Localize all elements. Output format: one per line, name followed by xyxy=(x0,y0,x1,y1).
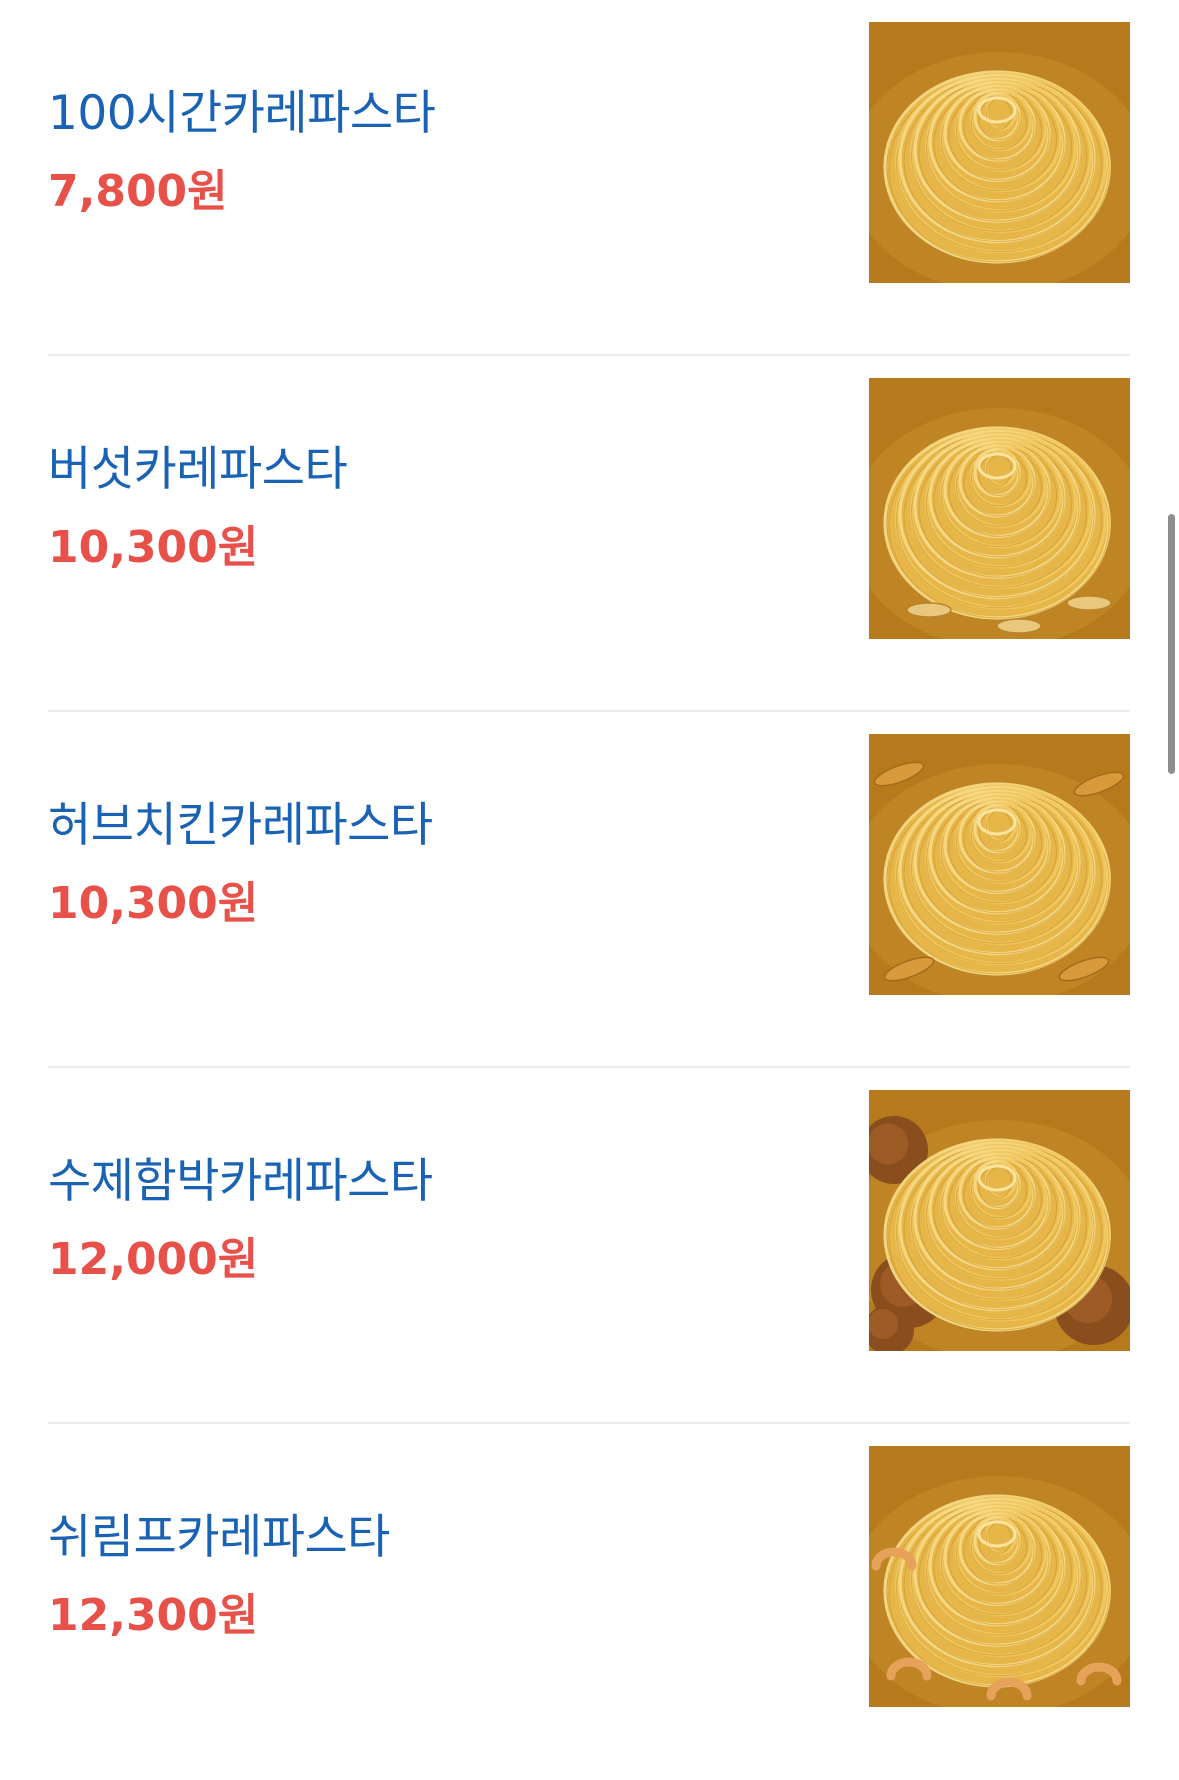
item-name: 수제함박카레파스타 xyxy=(48,1154,433,1209)
item-price: 10,300원 xyxy=(48,522,259,573)
item-price: 12,000원 xyxy=(48,1234,259,1285)
item-name: 허브치킨카레파스타 xyxy=(48,798,433,853)
hamburg-steak-curry-pasta-photo[interactable] xyxy=(869,1090,1130,1351)
item-price: 7,800원 xyxy=(48,166,228,217)
scrollbar[interactable] xyxy=(1168,514,1175,774)
item-name: 버섯카레파스타 xyxy=(48,442,348,497)
menu-item-hamburg-curry-pasta[interactable]: 수제함박카레파스타 12,000원 xyxy=(48,1068,1130,1424)
item-name: 100시간카레파스타 xyxy=(48,86,436,141)
item-name: 쉬림프카레파스타 xyxy=(48,1510,390,1565)
item-price: 12,300원 xyxy=(48,1590,259,1641)
menu-item-100hour-curry-pasta[interactable]: 100시간카레파스타 7,800원 xyxy=(48,0,1130,356)
menu-item-shrimp-curry-pasta[interactable]: 쉬림프카레파스타 12,300원 xyxy=(48,1424,1130,1780)
herb-chicken-curry-pasta-photo[interactable] xyxy=(869,734,1130,995)
menu-item-mushroom-curry-pasta[interactable]: 버섯카레파스타 10,300원 xyxy=(48,356,1130,712)
curry-pasta-photo[interactable] xyxy=(869,22,1130,283)
menu-item-herb-chicken-curry-pasta[interactable]: 허브치킨카레파스타 10,300원 xyxy=(48,712,1130,1068)
mushroom-curry-pasta-photo[interactable] xyxy=(869,378,1130,639)
shrimp-curry-pasta-photo[interactable] xyxy=(869,1446,1130,1707)
item-price: 10,300원 xyxy=(48,878,259,929)
